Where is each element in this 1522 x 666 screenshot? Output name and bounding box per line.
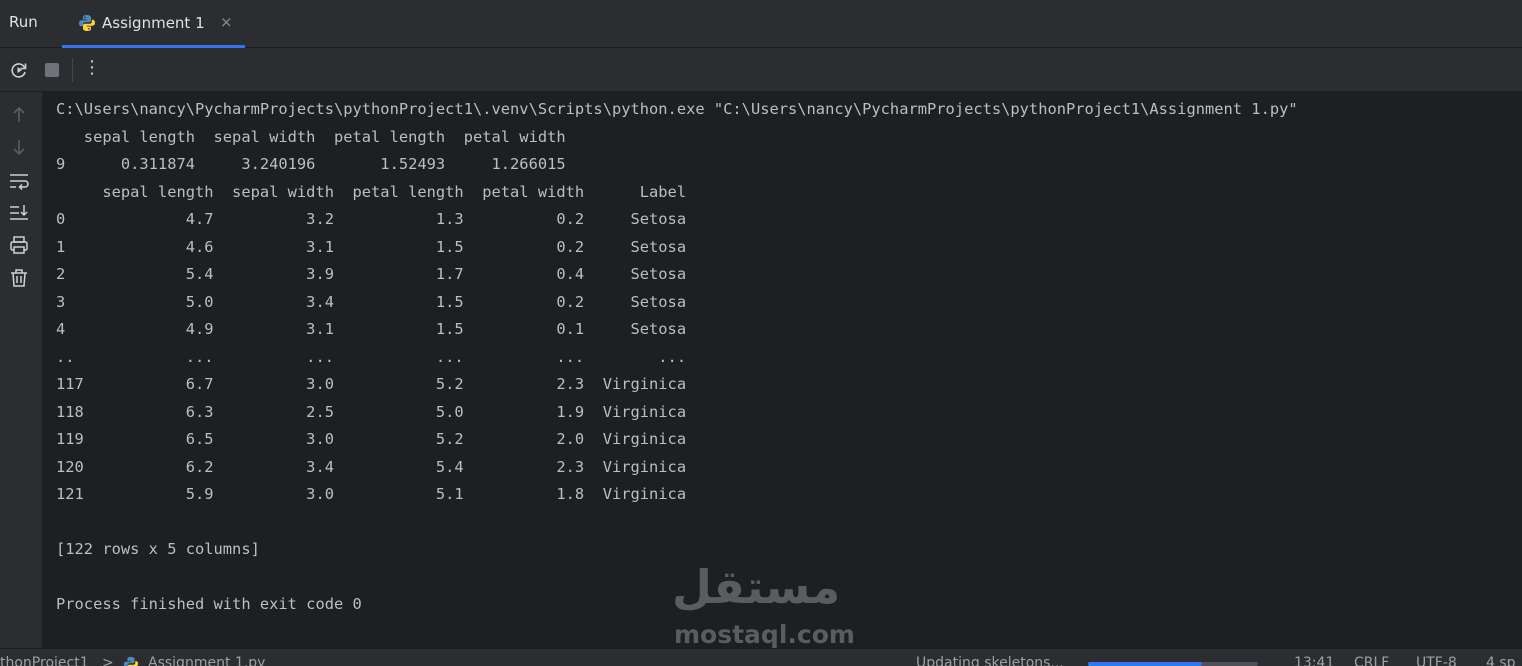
console-line: 2 5.4 3.9 1.7 0.4 Setosa — [56, 265, 687, 283]
console-line: 9 0.311874 3.240196 1.52493 1.266015 — [56, 155, 566, 173]
console-line: 0 4.7 3.2 1.3 0.2 Setosa — [56, 210, 687, 228]
tab-label: Assignment 1 — [102, 14, 205, 32]
task-progress-bar — [1088, 662, 1258, 666]
soft-wrap-icon[interactable] — [8, 170, 30, 192]
close-icon[interactable]: × — [220, 13, 233, 31]
stop-icon[interactable] — [41, 59, 63, 81]
console-line: 120 6.2 3.4 5.4 2.3 Virginica — [56, 457, 687, 476]
python-icon — [79, 15, 95, 31]
console-side-toolbar — [0, 92, 42, 648]
print-icon[interactable] — [8, 234, 30, 256]
console-line: 121 5.9 3.0 5.1 1.8 Virginica — [56, 485, 687, 503]
console-line: 119 6.5 3.0 5.2 2.0 Virginica — [56, 430, 687, 448]
arrow-down-icon[interactable] — [8, 136, 30, 158]
console-line: 3 5.0 3.4 1.5 0.2 Setosa — [56, 292, 687, 311]
task-progress-fill — [1088, 662, 1202, 666]
console-line: Process finished with exit code 0 — [56, 595, 362, 613]
watermark-arabic: مستقل — [672, 560, 841, 614]
tab-assignment-1[interactable]: Assignment 1 × — [62, 0, 245, 48]
python-icon — [123, 656, 139, 666]
file-encoding[interactable]: UTF-8 — [1416, 655, 1457, 666]
toolbar-separator — [72, 58, 73, 82]
line-ending[interactable]: CRLF — [1354, 655, 1389, 666]
breadcrumb-project[interactable]: thonProject1 — [0, 655, 89, 666]
status-bar: thonProject1 > Assignment 1.py Updating … — [0, 648, 1522, 666]
console-text: C:\Users\nancy\PycharmProjects\pythonPro… — [56, 96, 1298, 619]
run-toolbar: ⋮ — [0, 48, 1522, 92]
console-line: .. ... ... ... ... ... — [56, 347, 687, 366]
console-line: sepal length sepal width petal length pe… — [56, 182, 687, 201]
indent-setting[interactable]: 4 sp — [1486, 655, 1516, 666]
console-line: sepal length sepal width petal length pe… — [56, 127, 566, 146]
console-line: [122 rows x 5 columns] — [56, 540, 260, 558]
run-panel-header: Run Assignment 1 × — [0, 0, 1522, 48]
mostaql-watermark: مستقل mostaql.com — [672, 560, 855, 650]
panel-title: Run — [9, 13, 38, 31]
console-line: 118 6.3 2.5 5.0 1.9 Virginica — [56, 402, 687, 421]
arrow-up-icon[interactable] — [8, 104, 30, 126]
background-task[interactable]: Updating skeletons... — [916, 655, 1064, 666]
watermark-latin: mostaql.com — [674, 620, 855, 649]
console-line: 117 6.7 3.0 5.2 2.3 Virginica — [56, 375, 687, 393]
more-options-button[interactable]: ⋮ — [83, 57, 105, 79]
trash-icon[interactable] — [8, 267, 30, 289]
breadcrumb-file[interactable]: Assignment 1.py — [148, 655, 265, 666]
breadcrumb-separator: > — [102, 655, 114, 666]
console-line: C:\Users\nancy\PycharmProjects\pythonPro… — [56, 100, 1298, 118]
rerun-icon[interactable] — [8, 59, 30, 81]
scroll-to-end-icon[interactable] — [8, 202, 30, 224]
console-line: 4 4.9 3.1 1.5 0.1 Setosa — [56, 320, 687, 338]
caret-position[interactable]: 13:41 — [1294, 655, 1334, 666]
console-line: 1 4.6 3.1 1.5 0.2 Setosa — [56, 237, 687, 256]
